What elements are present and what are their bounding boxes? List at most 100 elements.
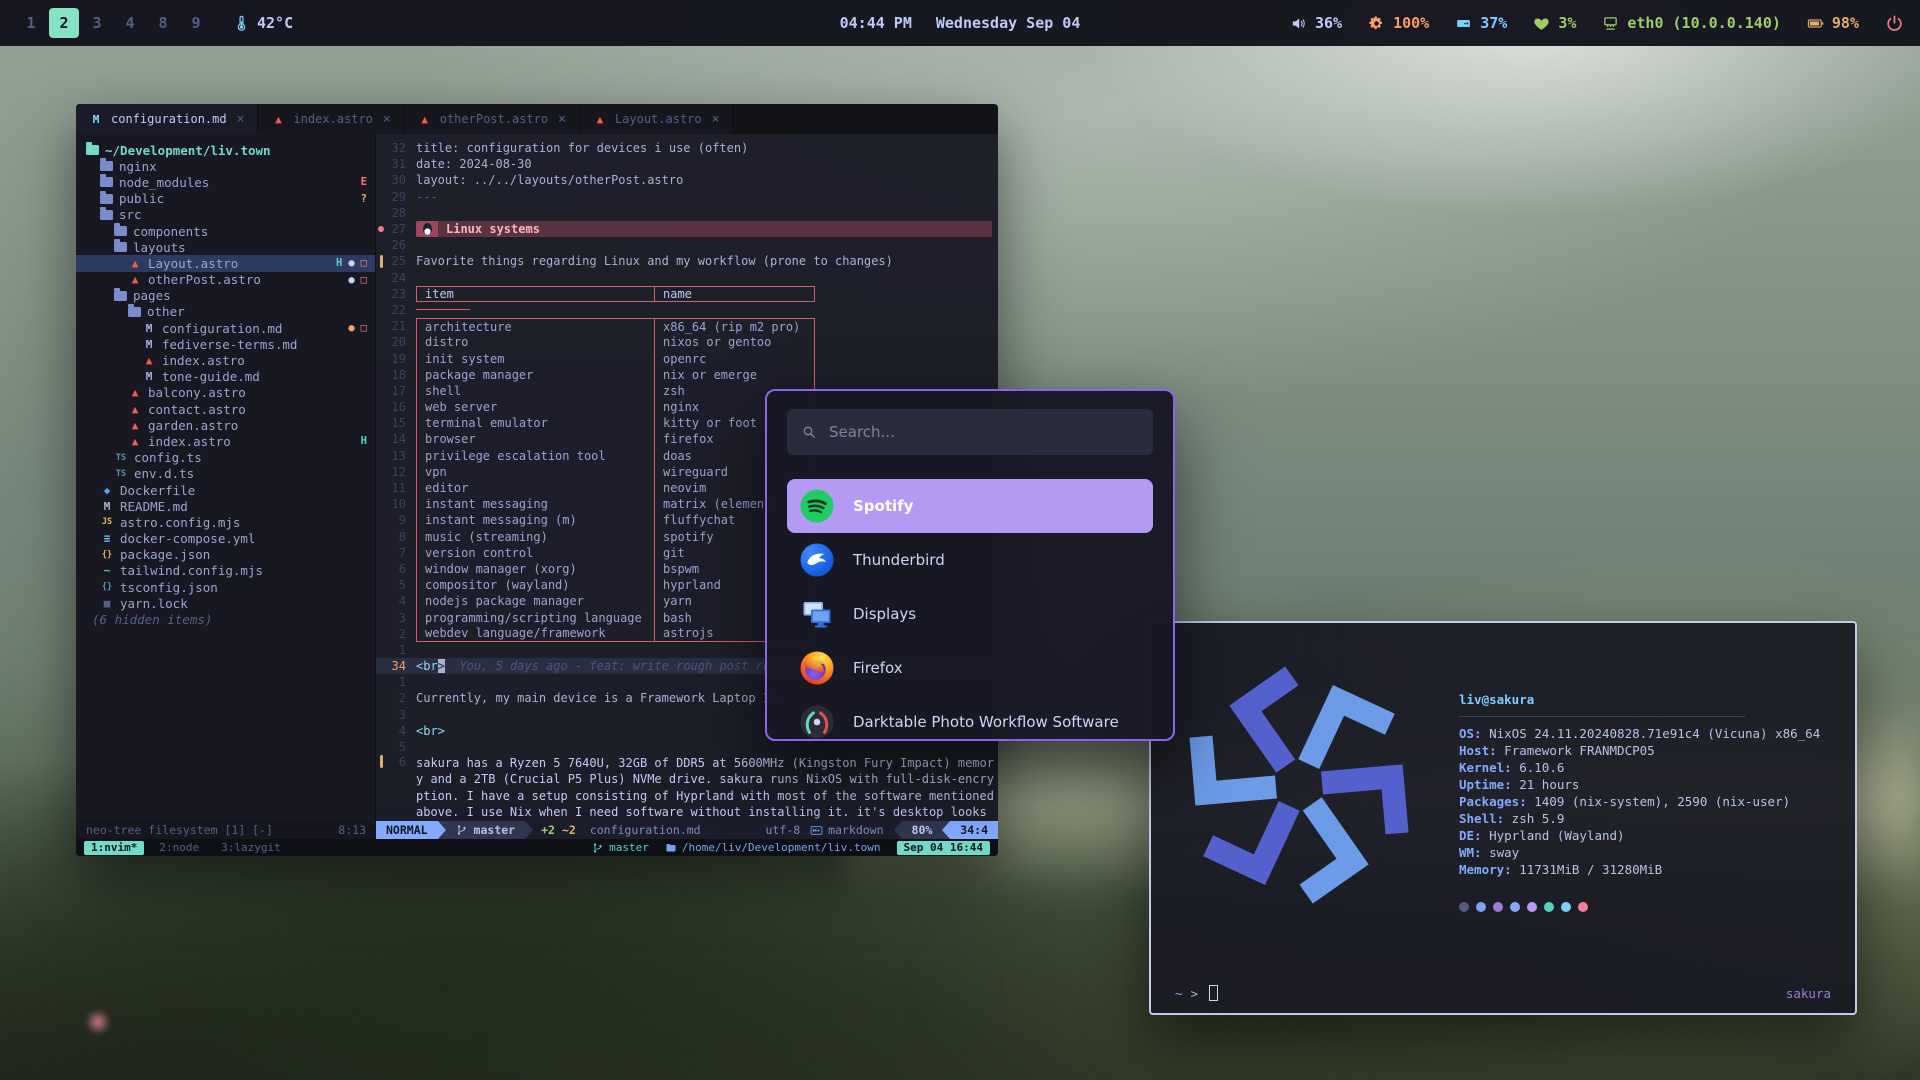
fetch-label: DE: bbox=[1459, 828, 1482, 843]
tree-file-yarn-lock[interactable]: ■yarn.lock bbox=[76, 595, 375, 611]
git-blame-text: You, 5 days ago - feat: write rough post… bbox=[445, 659, 770, 673]
tab-layout-astro[interactable]: ▲Layout.astro× bbox=[580, 104, 734, 134]
tree-item-label: env.d.ts bbox=[134, 466, 194, 481]
workspace-9[interactable]: 9 bbox=[181, 8, 211, 38]
tab-configuration-md[interactable]: Mconfiguration.md× bbox=[76, 104, 258, 134]
tree-file-tone-guide-md[interactable]: Mtone-guide.md bbox=[76, 369, 375, 385]
tree-dir-public[interactable]: public? bbox=[76, 191, 375, 207]
editor-line[interactable]: 28 bbox=[376, 205, 998, 221]
tree-dir-pages[interactable]: pages bbox=[76, 288, 375, 304]
tmux-window-1-nvim[interactable]: 1:nvim* bbox=[84, 841, 144, 855]
tree-file-astro-config-mjs[interactable]: JSastro.config.mjs bbox=[76, 514, 375, 530]
tree-dir-nginx[interactable]: nginx bbox=[76, 158, 375, 174]
tree-dir-layouts[interactable]: layouts bbox=[76, 239, 375, 255]
tree-item-label: index.astro bbox=[162, 353, 245, 368]
tab-otherpost-astro[interactable]: ▲otherPost.astro× bbox=[405, 104, 580, 134]
tree-dir-development-liv-town[interactable]: ~/Development/liv.town bbox=[76, 142, 375, 158]
tmux-window-2-node[interactable]: 2:node bbox=[152, 841, 206, 855]
editor-line[interactable]: 22 bbox=[376, 302, 998, 318]
thunderbird-icon bbox=[799, 542, 835, 578]
editor-line[interactable]: 32title: configuration for devices i use… bbox=[376, 140, 998, 156]
terminal-window[interactable]: liv@sakura ─────────────────────────────… bbox=[1149, 621, 1857, 1015]
power-icon[interactable] bbox=[1885, 14, 1904, 33]
tree-file-layout-astro[interactable]: ▲Layout.astroH●□ bbox=[76, 255, 375, 271]
app-item-displays[interactable]: Displays bbox=[787, 587, 1153, 641]
app-item-firefox[interactable]: Firefox bbox=[787, 641, 1153, 695]
workspace-2[interactable]: 2 bbox=[49, 8, 79, 38]
tree-file-tailwind-config-mjs[interactable]: ~tailwind.config.mjs bbox=[76, 563, 375, 579]
clock[interactable]: 04:44 PM Wednesday Sep 04 bbox=[840, 14, 1081, 32]
tree-note-6-hidden-items[interactable]: (6 hidden items) bbox=[76, 611, 375, 627]
app-launcher[interactable]: SpotifyThunderbirdDisplaysFirefoxDarktab… bbox=[765, 389, 1175, 741]
line-number: 26 bbox=[386, 238, 416, 252]
editor-line[interactable]: 18package managernix or emerge bbox=[376, 367, 998, 383]
tree-file-config-ts[interactable]: TSconfig.ts bbox=[76, 450, 375, 466]
tree-file-garden-astro[interactable]: ▲garden.astro bbox=[76, 417, 375, 433]
tree-file-index-astro[interactable]: ▲index.astro bbox=[76, 352, 375, 368]
palette-dot bbox=[1493, 902, 1503, 912]
editor-line[interactable]: 19init systemopenrc bbox=[376, 350, 998, 366]
tree-file-otherpost-astro[interactable]: ▲otherPost.astro●□ bbox=[76, 272, 375, 288]
editor-line[interactable]: 27Linux systems bbox=[376, 221, 998, 237]
search-input[interactable] bbox=[829, 423, 1139, 441]
tree-file-configuration-md[interactable]: Mconfiguration.md●□ bbox=[76, 320, 375, 336]
close-icon[interactable]: × bbox=[712, 112, 720, 127]
tmux-window-3-lazygit[interactable]: 3:lazygit bbox=[214, 841, 288, 855]
fan-module[interactable]: 100% bbox=[1368, 14, 1429, 32]
tree-file-fediverse-terms-md[interactable]: Mfediverse-terms.md bbox=[76, 336, 375, 352]
close-icon[interactable]: × bbox=[383, 112, 391, 127]
editor-line[interactable]: 6sakura has a Ryzen 5 7640U, 32GB of DDR… bbox=[376, 755, 998, 821]
tmux-datetime: Sep 04 16:44 bbox=[897, 841, 990, 855]
tree-file-index-astro[interactable]: ▲index.astroH bbox=[76, 433, 375, 449]
tree-dir-src[interactable]: src bbox=[76, 207, 375, 223]
tree-dir-node-modules[interactable]: node_modulesE bbox=[76, 174, 375, 190]
typescript-icon: TS bbox=[114, 453, 128, 463]
line-number: 15 bbox=[386, 416, 416, 430]
editor-line[interactable]: 21architecturex86_64 (rip m2 pro) bbox=[376, 318, 998, 334]
editor-cursor: > bbox=[438, 659, 445, 673]
tree-file-docker-compose-yml[interactable]: ≡docker-compose.yml bbox=[76, 531, 375, 547]
tab-index-astro[interactable]: ▲index.astro× bbox=[258, 104, 404, 134]
editor-line[interactable]: 23itemname bbox=[376, 286, 998, 302]
editor-line[interactable]: 31date: 2024-08-30 bbox=[376, 156, 998, 172]
disk-module[interactable]: 37% bbox=[1455, 14, 1507, 32]
editor-line[interactable]: 24 bbox=[376, 270, 998, 286]
tree-dir-other[interactable]: other bbox=[76, 304, 375, 320]
temperature-module[interactable]: 42°C bbox=[233, 14, 293, 32]
editor-line[interactable]: 29--- bbox=[376, 189, 998, 205]
fetch-line: Host: Framework FRANMDCP05 bbox=[1459, 742, 1833, 759]
app-item-darktable-photo-workflow-software[interactable]: Darktable Photo Workflow Software bbox=[787, 695, 1153, 741]
shell-prompt[interactable]: ~ > sakura bbox=[1175, 985, 1831, 1001]
network-module[interactable]: eth0 (10.0.0.140) bbox=[1602, 14, 1781, 32]
cpu-module[interactable]: 3% bbox=[1533, 14, 1576, 32]
close-icon[interactable]: × bbox=[558, 112, 566, 127]
temperature-value: 42°C bbox=[257, 14, 293, 32]
tree-item-label: README.md bbox=[120, 499, 188, 514]
table-cell-item: window manager (xorg) bbox=[417, 561, 654, 577]
volume-module[interactable]: 36% bbox=[1290, 14, 1342, 32]
tree-file-package-json[interactable]: {}package.json bbox=[76, 547, 375, 563]
tree-dir-components[interactable]: components bbox=[76, 223, 375, 239]
tree-file-balcony-astro[interactable]: ▲balcony.astro bbox=[76, 385, 375, 401]
app-item-spotify[interactable]: Spotify bbox=[787, 479, 1153, 533]
line-number: 12 bbox=[386, 465, 416, 479]
workspace-8[interactable]: 8 bbox=[148, 8, 178, 38]
fetch-label: Uptime: bbox=[1459, 777, 1512, 792]
editor-line[interactable]: 25Favorite things regarding Linux and my… bbox=[376, 253, 998, 269]
app-item-thunderbird[interactable]: Thunderbird bbox=[787, 533, 1153, 587]
workspace-4[interactable]: 4 bbox=[115, 8, 145, 38]
tree-file-env-d-ts[interactable]: TSenv.d.ts bbox=[76, 466, 375, 482]
editor-line[interactable]: 30layout: ../../layouts/otherPost.astro bbox=[376, 172, 998, 188]
workspace-1[interactable]: 1 bbox=[16, 8, 46, 38]
tree-file-tsconfig-json[interactable]: {}tsconfig.json bbox=[76, 579, 375, 595]
tree-file-contact-astro[interactable]: ▲contact.astro bbox=[76, 401, 375, 417]
editor-line[interactable]: 26 bbox=[376, 237, 998, 253]
editor-line[interactable]: 5 bbox=[376, 739, 998, 755]
close-icon[interactable]: × bbox=[237, 112, 245, 127]
table-cell-item: init system bbox=[417, 350, 654, 366]
workspace-3[interactable]: 3 bbox=[82, 8, 112, 38]
tree-file-dockerfile[interactable]: ◆Dockerfile bbox=[76, 482, 375, 498]
battery-module[interactable]: 98% bbox=[1807, 14, 1859, 32]
editor-line[interactable]: 20distronixos or gentoo bbox=[376, 334, 998, 350]
tree-file-readme-md[interactable]: MREADME.md bbox=[76, 498, 375, 514]
